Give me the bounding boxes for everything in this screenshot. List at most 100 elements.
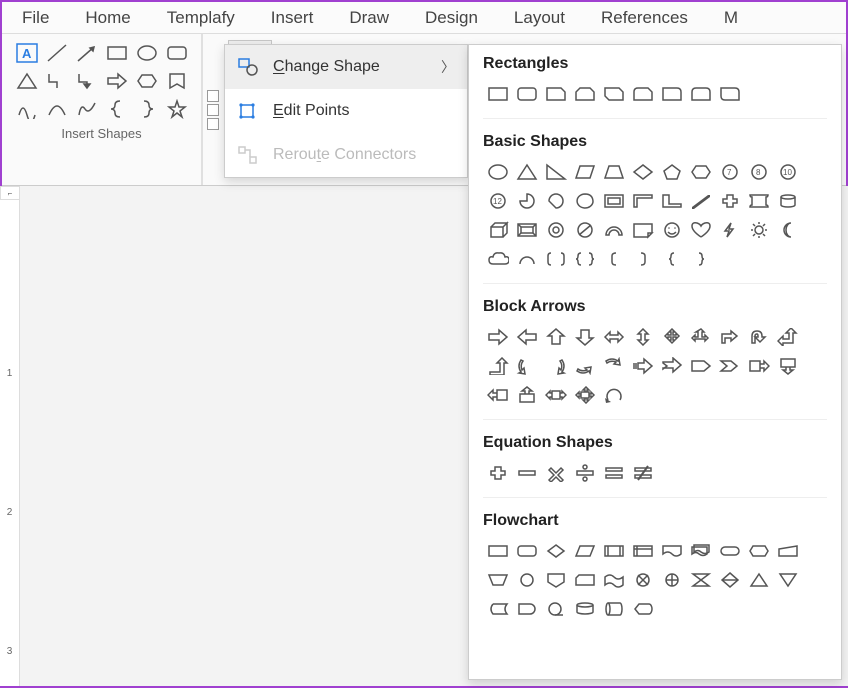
fc-collate[interactable] [686,565,715,594]
bs-plaque[interactable] [744,186,773,215]
bs-l-shape[interactable] [657,186,686,215]
ba-right-callout[interactable] [744,351,773,380]
insert-shapes-grid[interactable]: A [13,40,191,122]
fc-seq-storage[interactable] [541,594,570,623]
scroll-more-icon[interactable] [207,118,219,130]
fc-predefined[interactable] [599,536,628,565]
bs-hexagon[interactable] [686,157,715,186]
ba-curved-left[interactable] [541,351,570,380]
menu-templafy[interactable]: Templafy [167,8,235,28]
eq-equals[interactable] [599,458,628,487]
ba-pentagon[interactable] [686,351,715,380]
eq-multiply[interactable] [541,458,570,487]
bs-left-bracket[interactable] [599,244,628,273]
shape-brace-right[interactable] [133,96,161,122]
bs-diag-stripe[interactable] [686,186,715,215]
ba-curved-right[interactable] [512,351,541,380]
ba-curved-down[interactable] [599,351,628,380]
rect-round2[interactable] [686,79,715,108]
shape-brace-left[interactable] [103,96,131,122]
bs-block-arc[interactable] [599,215,628,244]
scroll-down-icon[interactable] [207,104,219,116]
bs-moon[interactable] [773,215,802,244]
fc-or[interactable] [657,565,686,594]
bs-triangle[interactable] [512,157,541,186]
bs-bracket-pair[interactable] [541,244,570,273]
fc-preparation[interactable] [744,536,773,565]
fc-manual-input[interactable] [773,536,802,565]
bs-chord[interactable] [541,186,570,215]
shape-elbow[interactable] [43,68,71,94]
eq-not-equal[interactable] [628,458,657,487]
ba-left-callout[interactable] [483,380,512,409]
eq-plus[interactable] [483,458,512,487]
rect-plain[interactable] [483,79,512,108]
fc-display[interactable] [628,594,657,623]
bs-lightning[interactable] [715,215,744,244]
menu-references[interactable]: References [601,8,688,28]
menu-more[interactable]: M [724,8,738,28]
bs-trapezoid[interactable] [599,157,628,186]
menu-edit-points[interactable]: Edit Points [225,89,467,133]
eq-divide[interactable] [570,458,599,487]
bs-dodecagon[interactable]: 12 [483,186,512,215]
fc-stored-data[interactable] [483,594,512,623]
menu-draw[interactable]: Draw [349,8,389,28]
bs-ellipse[interactable] [483,157,512,186]
bs-cylinder[interactable] [773,186,802,215]
shape-textbox[interactable]: A [13,40,41,66]
bs-no-symbol[interactable] [570,215,599,244]
fc-internal-storage[interactable] [628,536,657,565]
ba-up[interactable] [541,322,570,351]
fc-data[interactable] [570,536,599,565]
bs-donut[interactable] [541,215,570,244]
ba-bent[interactable] [715,322,744,351]
fc-process[interactable] [483,536,512,565]
bs-left-brace[interactable] [657,244,686,273]
ba-updown[interactable] [628,322,657,351]
ba-up-callout[interactable] [512,380,541,409]
bs-right-bracket[interactable] [628,244,657,273]
ba-striped-right[interactable] [628,351,657,380]
rect-sniproundtl[interactable] [628,79,657,108]
fc-sort[interactable] [715,565,744,594]
ba-down[interactable] [570,322,599,351]
shape-block-arrow-right[interactable] [103,68,131,94]
fc-connector[interactable] [512,565,541,594]
shape-freeform[interactable] [73,96,101,122]
fc-merge[interactable] [773,565,802,594]
ba-left[interactable] [512,322,541,351]
bs-right-tri[interactable] [541,157,570,186]
shape-line[interactable] [43,40,71,66]
menu-home[interactable]: Home [85,8,130,28]
ba-curved-up[interactable] [570,351,599,380]
fc-direct-access[interactable] [599,594,628,623]
bs-teardrop[interactable] [570,186,599,215]
rect-snip1[interactable] [541,79,570,108]
rect-round-diag[interactable] [715,79,744,108]
eq-minus[interactable] [512,458,541,487]
fc-terminator[interactable] [715,536,744,565]
bs-decagon[interactable]: 10 [773,157,802,186]
bs-plus[interactable] [715,186,744,215]
fc-document[interactable] [657,536,686,565]
fc-tape[interactable] [599,565,628,594]
ba-chevron[interactable] [715,351,744,380]
bs-heart[interactable] [686,215,715,244]
ba-circular[interactable] [599,380,628,409]
bs-smiley[interactable] [657,215,686,244]
ba-quad[interactable] [657,322,686,351]
menu-insert[interactable]: Insert [271,8,314,28]
bs-half-frame[interactable] [628,186,657,215]
shapes-gallery-scroll[interactable] [202,34,222,185]
fc-alt-process[interactable] [512,536,541,565]
shape-star[interactable] [163,96,191,122]
bs-cloud[interactable] [483,244,512,273]
bs-heptagon[interactable]: 7 [715,157,744,186]
bs-octagon[interactable]: 8 [744,157,773,186]
fc-card[interactable] [570,565,599,594]
ba-right[interactable] [483,322,512,351]
bs-parallelogram[interactable] [570,157,599,186]
fc-extract[interactable] [744,565,773,594]
scroll-up-icon[interactable] [207,90,219,102]
